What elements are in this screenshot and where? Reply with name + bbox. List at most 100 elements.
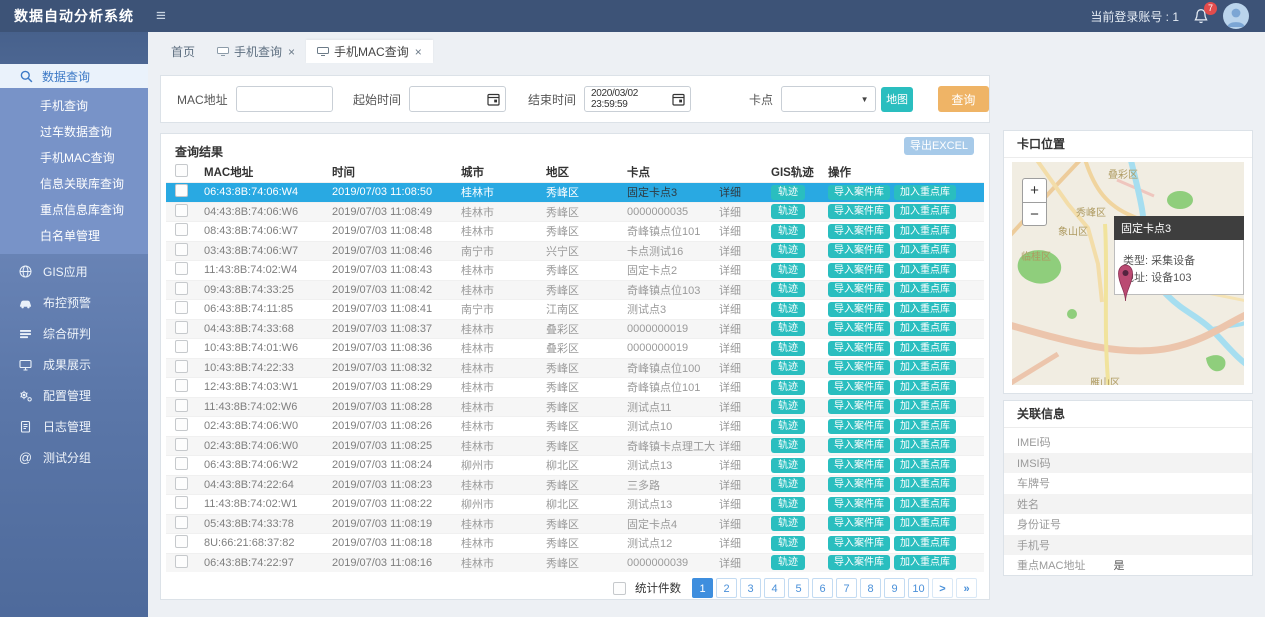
detail-link[interactable]: 详细 bbox=[719, 480, 741, 492]
import-case-button[interactable]: 导入案件库 bbox=[828, 438, 890, 453]
row-checkbox[interactable] bbox=[175, 340, 188, 353]
track-button[interactable]: 轨迹 bbox=[771, 302, 805, 317]
select-all-checkbox[interactable] bbox=[175, 164, 188, 177]
tab-phone-query[interactable]: 手机查询 × bbox=[206, 40, 306, 63]
page-button[interactable]: 4 bbox=[764, 578, 785, 598]
table-row[interactable]: 05:43:8B:74:33:78 2019/07/03 11:08:19 桂林… bbox=[166, 514, 984, 534]
page-button[interactable]: 8 bbox=[860, 578, 881, 598]
next-page-icon[interactable]: > bbox=[932, 578, 953, 598]
import-case-button[interactable]: 导入案件库 bbox=[828, 185, 890, 200]
track-button[interactable]: 轨迹 bbox=[771, 536, 805, 551]
add-key-button[interactable]: 加入重点库 bbox=[894, 302, 956, 317]
row-checkbox[interactable] bbox=[175, 301, 188, 314]
import-case-button[interactable]: 导入案件库 bbox=[828, 204, 890, 219]
table-row[interactable]: 06:43:8B:74:06:W2 2019/07/03 11:08:24 柳州… bbox=[166, 455, 984, 475]
import-case-button[interactable]: 导入案件库 bbox=[828, 341, 890, 356]
row-checkbox[interactable] bbox=[175, 399, 188, 412]
table-row[interactable]: 04:43:8B:74:33:68 2019/07/03 11:08:37 桂林… bbox=[166, 319, 984, 339]
row-checkbox[interactable] bbox=[175, 477, 188, 490]
zoom-out-button[interactable]: − bbox=[1022, 202, 1047, 226]
table-row[interactable]: 09:43:8B:74:33:25 2019/07/03 11:08:42 桂林… bbox=[166, 280, 984, 300]
add-key-button[interactable]: 加入重点库 bbox=[894, 204, 956, 219]
import-case-button[interactable]: 导入案件库 bbox=[828, 536, 890, 551]
detail-link[interactable]: 详细 bbox=[719, 265, 741, 277]
detail-link[interactable]: 详细 bbox=[719, 519, 741, 531]
track-button[interactable]: 轨迹 bbox=[771, 497, 805, 512]
sidebar-item-analysis[interactable]: 综合研判 bbox=[0, 318, 148, 349]
track-button[interactable]: 轨迹 bbox=[771, 555, 805, 570]
track-button[interactable]: 轨迹 bbox=[771, 185, 805, 200]
sidebar-subitem[interactable]: 重点信息库查询 bbox=[0, 197, 148, 223]
sidebar-item-results[interactable]: 成果展示 bbox=[0, 349, 148, 380]
detail-link[interactable]: 详细 bbox=[719, 285, 741, 297]
table-row[interactable]: 02:43:8B:74:06:W0 2019/07/03 11:08:26 桂林… bbox=[166, 416, 984, 436]
sidebar-item-config[interactable]: 配置管理 bbox=[0, 380, 148, 411]
row-checkbox[interactable] bbox=[175, 184, 188, 197]
export-excel-button[interactable]: 导出EXCEL bbox=[904, 137, 974, 155]
track-button[interactable]: 轨迹 bbox=[771, 477, 805, 492]
detail-link[interactable]: 详细 bbox=[719, 421, 741, 433]
import-case-button[interactable]: 导入案件库 bbox=[828, 302, 890, 317]
track-button[interactable]: 轨迹 bbox=[771, 204, 805, 219]
track-button[interactable]: 轨迹 bbox=[771, 458, 805, 473]
mac-input[interactable] bbox=[236, 86, 333, 112]
table-row[interactable]: 06:43:8B:74:22:97 2019/07/03 11:08:16 桂林… bbox=[166, 553, 984, 573]
close-icon[interactable]: × bbox=[288, 45, 295, 59]
add-key-button[interactable]: 加入重点库 bbox=[894, 419, 956, 434]
tab-home[interactable]: 首页 bbox=[160, 40, 206, 63]
table-row[interactable]: 06:43:8B:74:11:85 2019/07/03 11:08:41 南宁… bbox=[166, 299, 984, 319]
row-checkbox[interactable] bbox=[175, 555, 188, 568]
end-time-input[interactable]: 2020/03/02 23:59:59 bbox=[584, 86, 691, 112]
add-key-button[interactable]: 加入重点库 bbox=[894, 555, 956, 570]
add-key-button[interactable]: 加入重点库 bbox=[894, 516, 956, 531]
add-key-button[interactable]: 加入重点库 bbox=[894, 243, 956, 258]
sidebar-group-data-query[interactable]: 数据查询 bbox=[0, 64, 148, 88]
track-button[interactable]: 轨迹 bbox=[771, 321, 805, 336]
add-key-button[interactable]: 加入重点库 bbox=[894, 341, 956, 356]
row-checkbox[interactable] bbox=[175, 535, 188, 548]
sidebar-item-test-group[interactable]: @ 测试分组 bbox=[0, 442, 148, 473]
sidebar-item-surveillance[interactable]: 布控预警 bbox=[0, 287, 148, 318]
sidebar-subitem[interactable]: 过车数据查询 bbox=[0, 119, 148, 145]
add-key-button[interactable]: 加入重点库 bbox=[894, 399, 956, 414]
table-row[interactable]: 04:43:8B:74:06:W6 2019/07/03 11:08:49 桂林… bbox=[166, 202, 984, 222]
add-key-button[interactable]: 加入重点库 bbox=[894, 380, 956, 395]
last-page-icon[interactable]: » bbox=[956, 578, 977, 598]
tab-phone-mac-query[interactable]: 手机MAC查询 × bbox=[306, 40, 433, 63]
table-row[interactable]: 10:43:8B:74:22:33 2019/07/03 11:08:32 桂林… bbox=[166, 358, 984, 378]
import-case-button[interactable]: 导入案件库 bbox=[828, 477, 890, 492]
import-case-button[interactable]: 导入案件库 bbox=[828, 263, 890, 278]
track-button[interactable]: 轨迹 bbox=[771, 282, 805, 297]
notification-bell-icon[interactable]: 7 bbox=[1193, 8, 1209, 24]
page-button[interactable]: 1 bbox=[692, 578, 713, 598]
detail-link[interactable]: 详细 bbox=[719, 460, 741, 472]
track-button[interactable]: 轨迹 bbox=[771, 243, 805, 258]
table-row[interactable]: 02:43:8B:74:06:W0 2019/07/03 11:08:25 桂林… bbox=[166, 436, 984, 456]
table-row[interactable]: 10:43:8B:74:01:W6 2019/07/03 11:08:36 桂林… bbox=[166, 338, 984, 358]
sidebar-subitem[interactable]: 信息关联库查询 bbox=[0, 171, 148, 197]
row-checkbox[interactable] bbox=[175, 418, 188, 431]
page-button[interactable]: 5 bbox=[788, 578, 809, 598]
import-case-button[interactable]: 导入案件库 bbox=[828, 282, 890, 297]
track-button[interactable]: 轨迹 bbox=[771, 438, 805, 453]
add-key-button[interactable]: 加入重点库 bbox=[894, 477, 956, 492]
row-checkbox[interactable] bbox=[175, 379, 188, 392]
count-checkbox[interactable] bbox=[613, 582, 626, 595]
row-checkbox[interactable] bbox=[175, 360, 188, 373]
import-case-button[interactable]: 导入案件库 bbox=[828, 516, 890, 531]
row-checkbox[interactable] bbox=[175, 516, 188, 529]
sidebar-subitem[interactable]: 手机查询 bbox=[0, 93, 148, 119]
add-key-button[interactable]: 加入重点库 bbox=[894, 224, 956, 239]
track-button[interactable]: 轨迹 bbox=[771, 360, 805, 375]
track-button[interactable]: 轨迹 bbox=[771, 263, 805, 278]
detail-link[interactable]: 详细 bbox=[719, 304, 741, 316]
table-row[interactable]: 11:43:8B:74:02:W1 2019/07/03 11:08:22 柳州… bbox=[166, 494, 984, 514]
add-key-button[interactable]: 加入重点库 bbox=[894, 458, 956, 473]
page-button[interactable]: 2 bbox=[716, 578, 737, 598]
detail-link[interactable]: 详细 bbox=[719, 558, 741, 570]
row-checkbox[interactable] bbox=[175, 496, 188, 509]
import-case-button[interactable]: 导入案件库 bbox=[828, 399, 890, 414]
page-button[interactable]: 3 bbox=[740, 578, 761, 598]
detail-link[interactable]: 详细 bbox=[719, 226, 741, 238]
import-case-button[interactable]: 导入案件库 bbox=[828, 380, 890, 395]
